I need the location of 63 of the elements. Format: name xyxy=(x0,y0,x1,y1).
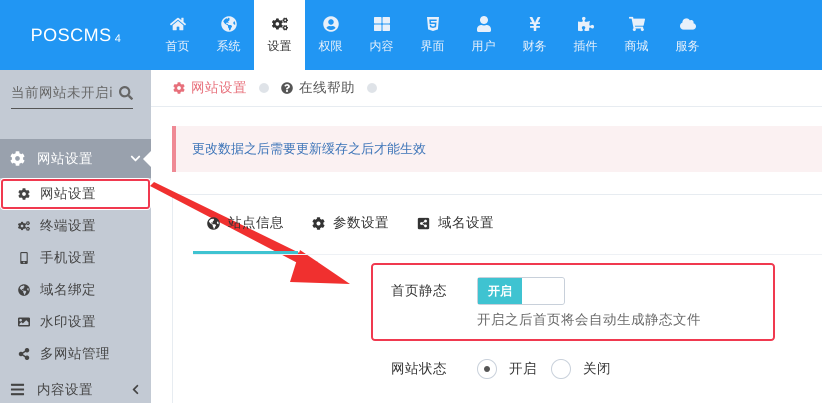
nav-item[interactable]: 服务 xyxy=(662,0,713,70)
search-icon[interactable] xyxy=(119,86,133,100)
chevron-down-icon xyxy=(130,153,141,164)
home-icon xyxy=(170,16,186,32)
settings-icon xyxy=(312,216,325,230)
sidebar-item[interactable]: 多网站管理 xyxy=(0,338,151,370)
sidebar-group[interactable]: 网站设置 xyxy=(0,139,151,178)
sidebar-item[interactable]: 终端设置 xyxy=(0,210,151,242)
sidebar-item[interactable]: 域名绑定 xyxy=(0,274,151,306)
share-icon xyxy=(18,348,30,360)
menu-icon xyxy=(10,382,25,397)
puzzle-icon xyxy=(578,16,594,32)
globe-icon xyxy=(18,284,30,296)
phone-icon xyxy=(18,252,30,264)
chevron-left-icon xyxy=(130,384,141,395)
radio-label: 关闭 xyxy=(583,360,611,378)
cart-icon xyxy=(628,16,644,32)
group-label: 网站设置 xyxy=(37,150,94,168)
radio-label: 开启 xyxy=(509,360,537,378)
sidebar-group[interactable]: 内容设置 xyxy=(0,370,151,403)
nav-item[interactable]: 权限 xyxy=(305,0,356,70)
settings-icon xyxy=(10,151,25,166)
gears-icon xyxy=(272,16,288,32)
nav-item[interactable]: 首页 xyxy=(152,0,203,70)
breadcrumb-link[interactable]: 在线帮助 xyxy=(281,79,355,97)
breadcrumb-link[interactable]: 网站设置 xyxy=(173,79,247,97)
nav-item[interactable]: 内容 xyxy=(356,0,407,70)
toggle-switch[interactable]: 开启 xyxy=(477,277,565,305)
tab[interactable]: 参数设置 xyxy=(298,195,403,254)
shield-icon xyxy=(424,16,440,32)
nav-item[interactable]: 系统 xyxy=(203,0,254,70)
search-field[interactable]: 当前网站未开启i xyxy=(11,80,133,109)
settings-icon xyxy=(173,82,185,94)
field-label: 网站状态 xyxy=(391,360,447,378)
yen-icon xyxy=(526,16,542,32)
sidebar-item[interactable]: 手机设置 xyxy=(0,242,151,274)
sidebar-item[interactable]: 网站设置 xyxy=(0,178,151,210)
nav-item[interactable]: 商城 xyxy=(611,0,662,70)
group-label: 内容设置 xyxy=(37,380,94,398)
image-icon xyxy=(18,316,30,328)
globe-icon xyxy=(220,16,236,32)
alert-message: 更改数据之后需要更新缓存之后才能生效 xyxy=(172,126,822,172)
radio-button[interactable] xyxy=(551,359,571,379)
field-label: 首页静态 xyxy=(391,282,447,300)
separator-dot xyxy=(367,83,377,93)
nav-item[interactable]: 财务 xyxy=(509,0,560,70)
globe-icon xyxy=(207,216,220,230)
tab[interactable]: 域名设置 xyxy=(403,195,508,254)
separator-dot xyxy=(259,83,269,93)
user-icon xyxy=(476,16,492,32)
share-icon xyxy=(417,216,430,230)
nav-item[interactable]: 界面 xyxy=(407,0,458,70)
nav-item[interactable]: 插件 xyxy=(560,0,611,70)
nav-item[interactable]: 用户 xyxy=(458,0,509,70)
radio-button[interactable] xyxy=(477,359,497,379)
settings-icon xyxy=(18,188,30,200)
help-icon xyxy=(281,82,293,94)
grid-icon xyxy=(374,16,390,32)
help-text: 开启之后首页将会自动生成静态文件 xyxy=(477,311,702,329)
gears-icon xyxy=(18,220,30,232)
cloud-icon xyxy=(680,16,696,32)
sidebar-item[interactable]: 水印设置 xyxy=(0,306,151,338)
nav-item[interactable]: 设置 xyxy=(254,0,305,70)
